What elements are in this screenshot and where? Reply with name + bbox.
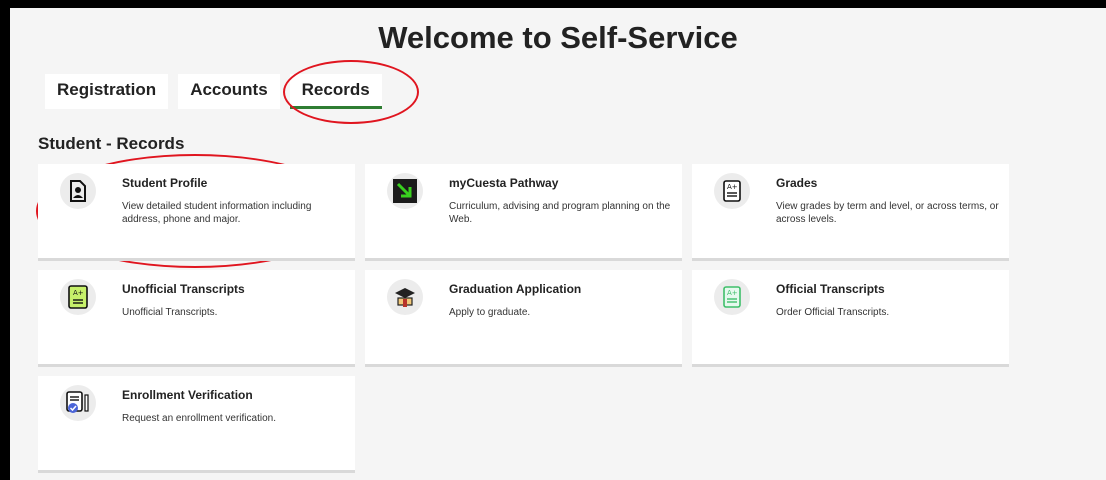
card-enrollment-verification[interactable]: Enrollment Verification Request an enrol…	[38, 376, 355, 473]
card-title: myCuesta Pathway	[449, 176, 559, 190]
pathway-arrow-icon	[387, 173, 423, 209]
card-graduation-application[interactable]: Graduation Application Apply to graduate…	[365, 270, 682, 367]
card-student-profile[interactable]: Student Profile View detailed student in…	[38, 164, 355, 261]
card-official-transcripts[interactable]: A+ Official Transcripts Order Official T…	[692, 270, 1009, 367]
card-title: Official Transcripts	[776, 282, 885, 296]
tab-bar: Registration Accounts Records	[45, 74, 382, 109]
card-description: View grades by term and level, or across…	[776, 201, 999, 225]
card-title: Enrollment Verification	[122, 388, 253, 402]
svg-text:A+: A+	[727, 183, 738, 191]
section-title: Student - Records	[38, 134, 185, 153]
tab-records[interactable]: Records	[289, 74, 382, 109]
card-description: Order Official Transcripts.	[776, 307, 890, 318]
svg-text:A+: A+	[73, 289, 84, 297]
official-transcript-icon: A+	[714, 279, 750, 315]
grades-icon: A+	[714, 173, 750, 209]
card-description: Request an enrollment verification.	[122, 413, 276, 424]
card-grades[interactable]: A+ Grades View grades by term and level,…	[692, 164, 1009, 261]
page-title: Welcome to Self-Service	[378, 20, 738, 55]
tab-registration[interactable]: Registration	[45, 74, 169, 109]
svg-text:A+: A+	[727, 289, 738, 297]
self-service-page: Welcome to Self-Service Registration Acc…	[10, 8, 1106, 480]
card-unofficial-transcripts[interactable]: A+ Unofficial Transcripts Unofficial Tra…	[38, 270, 355, 367]
graduation-cap-icon	[387, 279, 423, 315]
card-description: View detailed student information includ…	[122, 201, 312, 225]
student-profile-icon	[60, 173, 96, 209]
enrollment-verification-icon	[60, 385, 96, 421]
tab-accounts[interactable]: Accounts	[178, 74, 280, 109]
card-description: Apply to graduate.	[449, 307, 531, 318]
unofficial-transcript-icon: A+	[60, 279, 96, 315]
card-mycuesta-pathway[interactable]: myCuesta Pathway Curriculum, advising an…	[365, 164, 682, 261]
card-title: Graduation Application	[449, 282, 582, 296]
card-title: Unofficial Transcripts	[122, 282, 245, 296]
card-title: Student Profile	[122, 176, 208, 190]
card-title: Grades	[776, 176, 818, 190]
card-description: Curriculum, advising and program plannin…	[449, 201, 671, 225]
card-description: Unofficial Transcripts.	[122, 307, 218, 318]
